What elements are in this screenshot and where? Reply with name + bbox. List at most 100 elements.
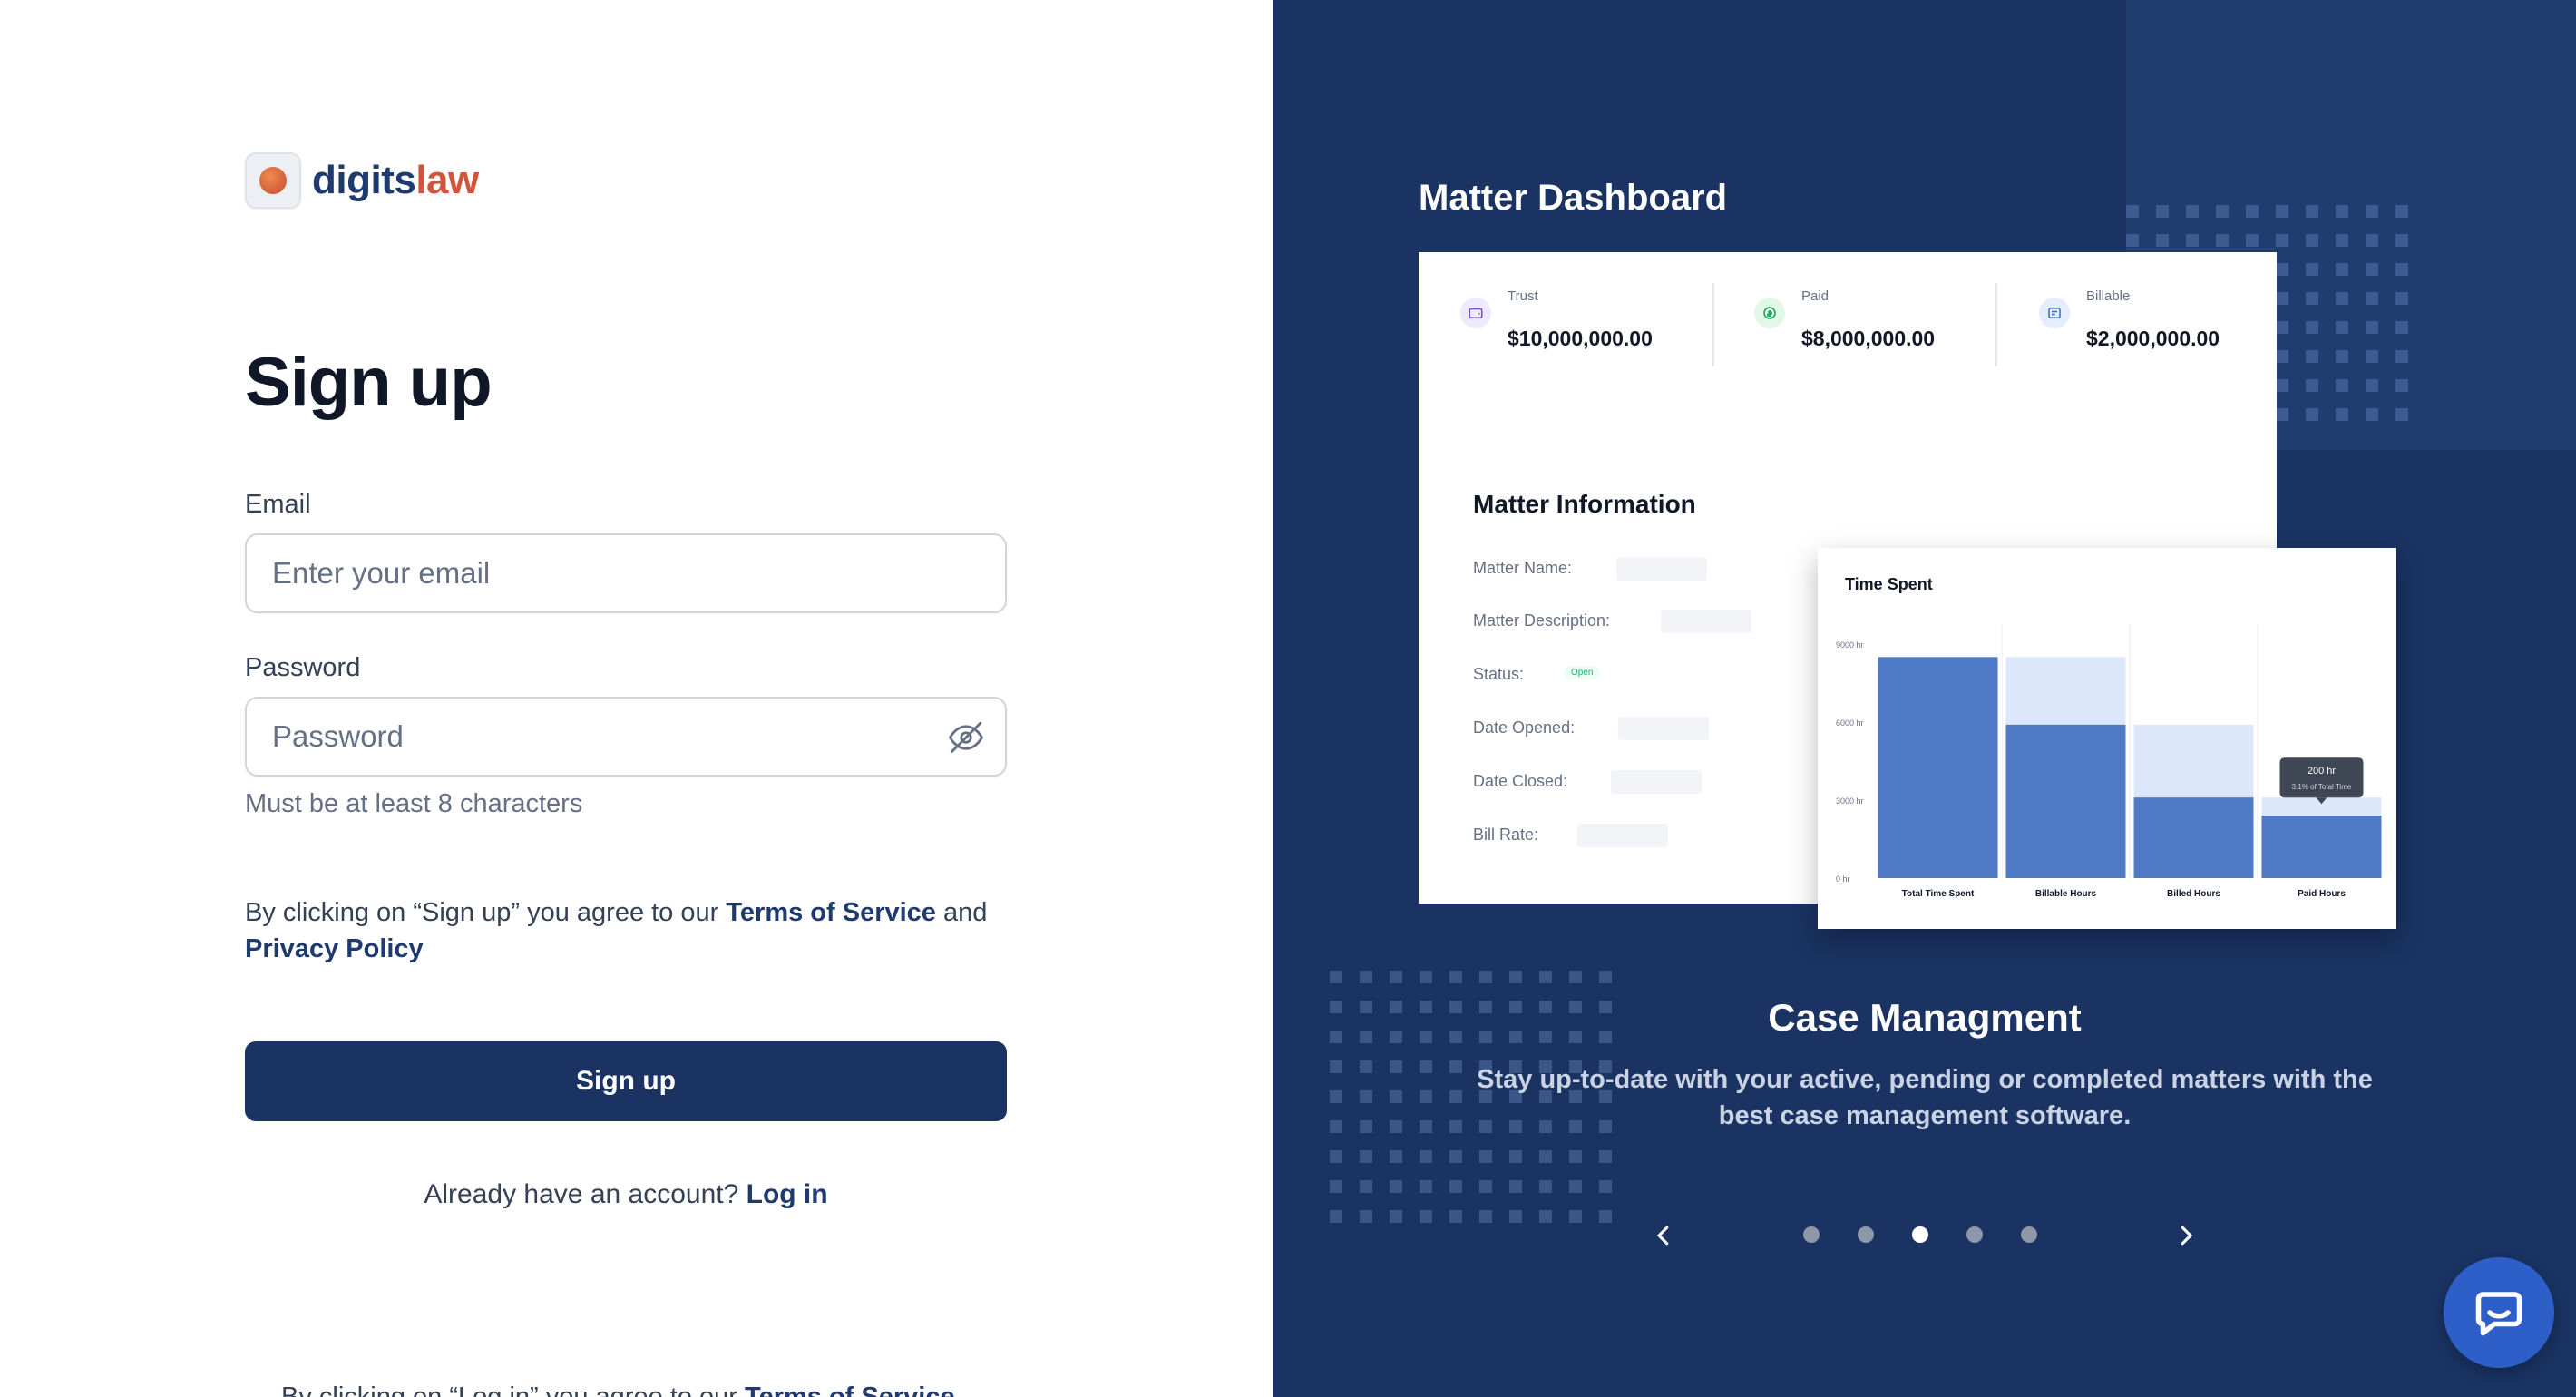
logo-wordmark: digitslaw	[312, 158, 479, 202]
decorative-dot	[1449, 1090, 1462, 1103]
chat-bubble-icon	[2475, 1292, 2522, 1336]
decorative-dot	[2395, 350, 2408, 363]
chevron-right-icon	[2181, 1226, 2193, 1246]
stat-divider	[1712, 283, 1714, 366]
decorative-dot	[1539, 1210, 1552, 1223]
decorative-dot	[1420, 1150, 1432, 1163]
privacy-policy-link[interactable]: Privacy Policy	[245, 934, 424, 963]
decorative-dot	[1360, 1090, 1372, 1103]
showcase-panel: Matter Dashboard Trust $10,000,000.00 Pa…	[1273, 0, 2576, 1397]
decorative-dot	[2395, 263, 2408, 276]
password-hint: Must be at least 8 characters	[245, 789, 583, 818]
stat-divider	[1995, 283, 1997, 366]
tooltip-detail: 3.1% of Total Time	[2292, 783, 2352, 791]
tooltip-box	[2279, 757, 2364, 798]
decorative-dot	[1449, 1150, 1462, 1163]
decorative-dot	[2336, 205, 2348, 218]
decorative-dot	[1390, 1090, 1402, 1103]
slide-description: Stay up-to-date with your active, pendin…	[1477, 1065, 2373, 1130]
decorative-dot	[2216, 234, 2229, 247]
decorative-dot	[1360, 1180, 1372, 1193]
slide-dot-3[interactable]	[1912, 1226, 1928, 1243]
eye-off-icon[interactable]	[947, 718, 985, 757]
decorative-dot	[2366, 321, 2378, 334]
decorative-dot	[2276, 379, 2288, 392]
stat-name: Trust	[1508, 288, 1538, 304]
y-tick-label: 9000 hr	[1836, 640, 1864, 650]
decorative-dot	[1539, 1150, 1552, 1163]
email-input[interactable]	[247, 535, 1005, 611]
stat-value: $2,000,000.00	[2086, 327, 2220, 350]
prev-slide-button[interactable]	[1645, 1217, 1682, 1254]
chevron-left-icon	[1656, 1226, 1669, 1246]
decorative-dot	[1330, 1120, 1342, 1133]
decorative-dot	[1390, 1180, 1402, 1193]
bar	[2261, 816, 2382, 878]
chat-support-button[interactable]	[2444, 1257, 2554, 1368]
decorative-dot	[1509, 1180, 1522, 1193]
decorative-dot	[2366, 379, 2378, 392]
decorative-dot	[1449, 1060, 1462, 1073]
date-opened-label: Date Opened:	[1473, 718, 1576, 737]
bar	[1878, 657, 1998, 878]
decorative-dot	[2156, 205, 2169, 218]
slide-dot-1[interactable]	[1803, 1226, 1820, 1243]
terms-of-service-link[interactable]: Terms of Service	[726, 898, 936, 927]
decorative-dot	[2306, 408, 2318, 421]
next-slide-button[interactable]	[2168, 1217, 2204, 1254]
terms-text: By clicking on “Sign up” you agree to ou…	[245, 894, 1016, 967]
signup-button[interactable]: Sign up	[245, 1041, 1007, 1121]
y-tick-label: 3000 hr	[1836, 796, 1864, 806]
decorative-dot	[1599, 1210, 1612, 1223]
brand-logo[interactable]: digitslaw	[245, 152, 479, 209]
email-field-wrapper	[245, 533, 1007, 613]
decorative-dot	[1390, 1150, 1402, 1163]
x-tick-label: Total Time Spent	[1902, 889, 1975, 899]
stat-value: $10,000,000.00	[1508, 327, 1653, 350]
decorative-dot	[1479, 971, 1492, 983]
decorative-dot	[1509, 1210, 1522, 1223]
decorative-dot	[1360, 1060, 1372, 1073]
slide-dot-5[interactable]	[2021, 1226, 2037, 1243]
logo-mark-icon	[245, 152, 301, 209]
decorative-dot	[1539, 971, 1552, 983]
decorative-dot	[2276, 292, 2288, 305]
decorative-dot	[2306, 292, 2318, 305]
password-label: Password	[245, 653, 361, 682]
decorative-dot	[1449, 971, 1462, 983]
decorative-dot	[2336, 234, 2348, 247]
decorative-dot	[2366, 205, 2378, 218]
decorative-dot	[1330, 1090, 1342, 1103]
decorative-dot	[2336, 350, 2348, 363]
decorative-dot	[2336, 263, 2348, 276]
decorative-dot	[1330, 1210, 1342, 1223]
decorative-dot	[2336, 321, 2348, 334]
decorative-dot	[2395, 205, 2408, 218]
decorative-dot	[1449, 1180, 1462, 1193]
y-tick-label: 6000 hr	[1836, 718, 1864, 728]
decorative-dot	[2395, 379, 2408, 392]
decorative-dot	[2306, 234, 2318, 247]
decorative-dot	[1420, 971, 1432, 983]
decorative-dot	[2306, 321, 2318, 334]
login-link[interactable]: Log in	[746, 1179, 828, 1209]
decorative-dot	[1330, 1060, 1342, 1073]
decorative-dot	[2366, 234, 2378, 247]
decorative-dot	[1330, 1150, 1342, 1163]
slide-dot-2[interactable]	[1858, 1226, 1874, 1243]
decorative-dot	[1420, 1180, 1432, 1193]
slide-dot-4[interactable]	[1966, 1226, 1983, 1243]
bar	[2005, 724, 2126, 878]
decorative-dot	[2276, 350, 2288, 363]
password-input[interactable]	[247, 698, 1005, 775]
decorative-dot	[1599, 1180, 1612, 1193]
x-tick-label: Billable Hours	[2035, 889, 2097, 899]
decorative-dot	[1539, 1180, 1552, 1193]
signup-pane: digitslaw Sign up Email Password Must be…	[0, 0, 1273, 1397]
tooltip-value: 200 hr	[2308, 766, 2337, 777]
decorative-dot	[1479, 1210, 1492, 1223]
matter-description-placeholder	[1661, 610, 1751, 633]
cutoff-terms-link[interactable]: Terms of Service	[745, 1382, 955, 1397]
date-closed-label: Date Closed:	[1473, 772, 1568, 790]
decorative-dot	[1569, 1150, 1582, 1163]
